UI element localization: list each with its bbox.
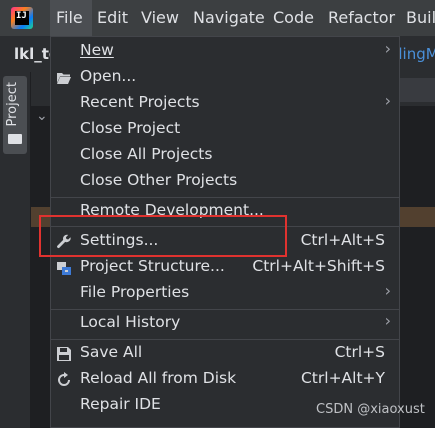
project-structure-icon bbox=[57, 262, 71, 275]
menu-code[interactable]: Code bbox=[273, 0, 314, 36]
intellij-logo-icon[interactable]: IJ bbox=[11, 7, 33, 29]
menu-separator bbox=[51, 339, 399, 340]
menu-build[interactable]: Build bbox=[406, 0, 435, 36]
menu-item-label: Reload All from Disk bbox=[80, 369, 237, 387]
chevron-right-icon: › bbox=[384, 91, 391, 110]
menu-separator bbox=[51, 197, 399, 198]
menu-item-label: Save All bbox=[80, 343, 143, 361]
menu-item-close-other-projects[interactable]: Close Other Projects bbox=[51, 169, 399, 195]
project-tool-label: Project bbox=[5, 82, 20, 127]
menu-item-save-all[interactable]: Save All Ctrl+S bbox=[51, 341, 399, 367]
menu-item-project-structure[interactable]: Project Structure... Ctrl+Alt+Shift+S bbox=[51, 255, 399, 281]
menu-item-close-all-projects[interactable]: Close All Projects bbox=[51, 143, 399, 169]
menu-item-reload-all-from-disk[interactable]: Reload All from Disk Ctrl+Alt+Y bbox=[51, 367, 399, 393]
menu-refactor[interactable]: Refactor bbox=[328, 0, 395, 36]
menu-item-label: Repair IDE bbox=[80, 395, 161, 413]
menu-item-label: Close Project bbox=[80, 119, 181, 137]
menu-item-label: Local History bbox=[80, 313, 181, 331]
folder-icon bbox=[8, 134, 22, 144]
menu-navigate[interactable]: Navigate bbox=[193, 0, 265, 36]
menu-item-local-history[interactable]: Local History › bbox=[51, 311, 399, 337]
watermark: CSDN @xiaoxust bbox=[316, 402, 425, 417]
menu-item-label: Project Structure... bbox=[80, 257, 225, 275]
chevron-right-icon: › bbox=[384, 311, 391, 330]
menu-separator bbox=[51, 309, 399, 310]
menu-view[interactable]: View bbox=[141, 0, 179, 36]
chevron-down-icon[interactable]: ⌄ bbox=[36, 108, 48, 124]
save-icon bbox=[57, 347, 71, 361]
menu-item-file-properties[interactable]: File Properties › bbox=[51, 281, 399, 307]
menu-edit[interactable]: Edit bbox=[97, 0, 128, 36]
menu-item-label: Close All Projects bbox=[80, 145, 213, 163]
menu-item-label: New bbox=[80, 41, 114, 59]
menu-item-open[interactable]: Open... bbox=[51, 65, 399, 91]
chevron-right-icon: › bbox=[384, 39, 391, 58]
menu-item-shortcut: Ctrl+Alt+S bbox=[300, 231, 385, 249]
menu-item-label: Open... bbox=[80, 67, 137, 85]
menu-item-label: Recent Projects bbox=[80, 93, 200, 111]
highlight-annotation-box bbox=[39, 215, 287, 257]
folder-open-icon bbox=[57, 73, 71, 84]
menu-item-close-project[interactable]: Close Project bbox=[51, 117, 399, 143]
menu-file[interactable]: File bbox=[50, 0, 92, 36]
menu-item-shortcut: Ctrl+Alt+Y bbox=[300, 369, 385, 387]
reload-icon bbox=[58, 372, 70, 386]
menu-item-shortcut: Ctrl+S bbox=[334, 343, 385, 361]
menu-item-recent-projects[interactable]: Recent Projects › bbox=[51, 91, 399, 117]
menu-item-shortcut: Ctrl+Alt+Shift+S bbox=[252, 257, 385, 275]
menu-item-new[interactable]: New › bbox=[51, 39, 399, 65]
chevron-right-icon: › bbox=[384, 281, 391, 300]
menu-item-label: Close Other Projects bbox=[80, 171, 238, 189]
menu-item-label: File Properties bbox=[80, 283, 190, 301]
